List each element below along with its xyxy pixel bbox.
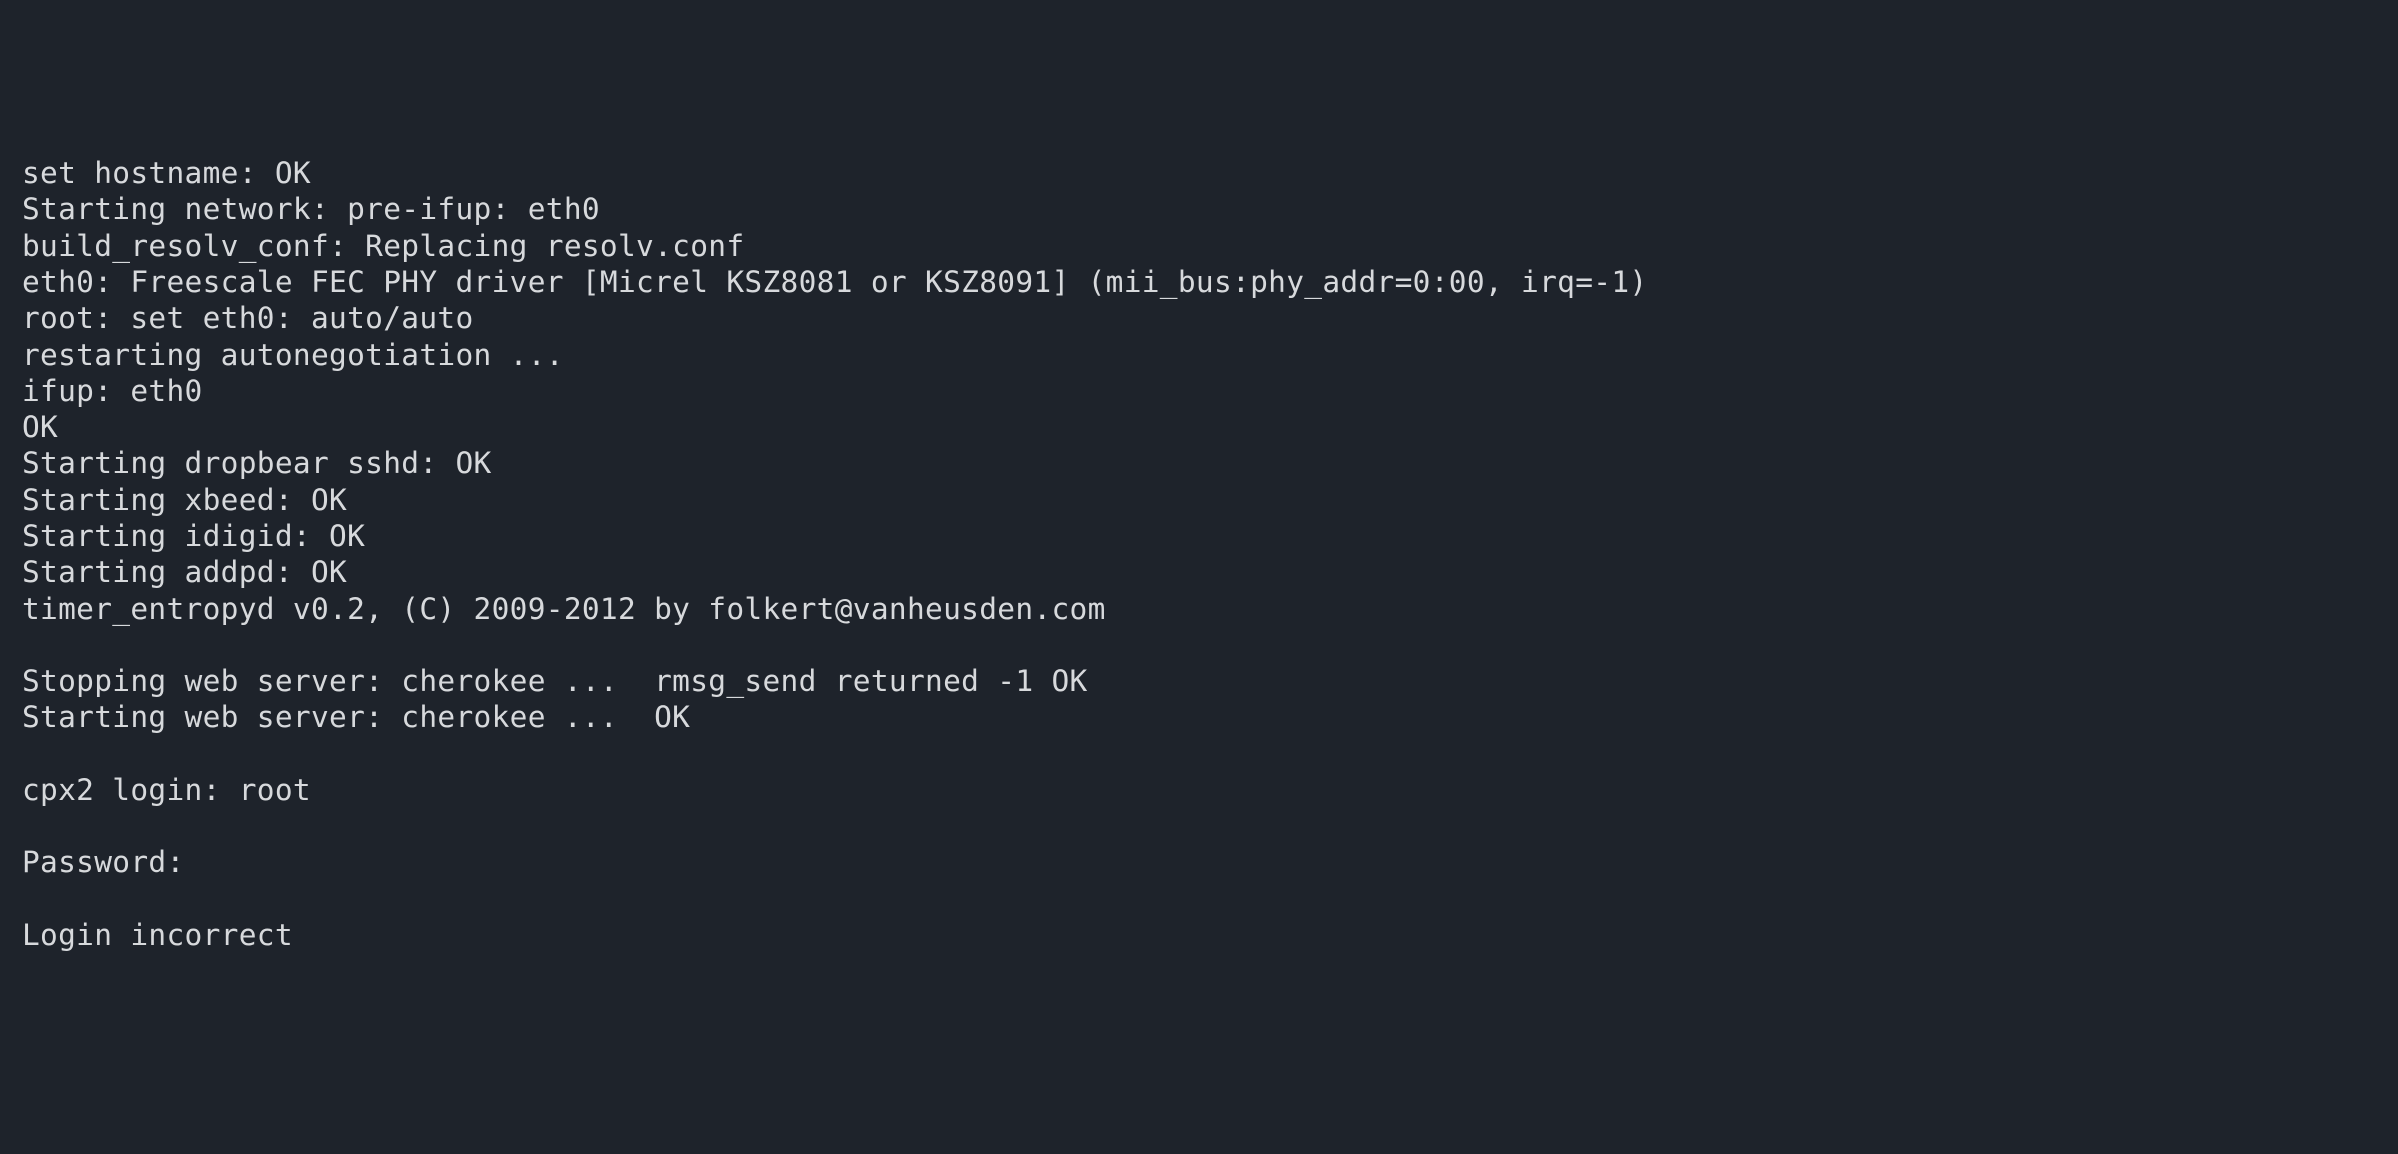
terminal-line: Starting xbeed: OK <box>22 482 2376 518</box>
terminal-line <box>22 736 2376 772</box>
terminal-line: Starting idigid: OK <box>22 518 2376 554</box>
terminal-line: timer_entropyd v0.2, (C) 2009-2012 by fo… <box>22 591 2376 627</box>
terminal-line: Starting addpd: OK <box>22 554 2376 590</box>
terminal-line <box>22 808 2376 844</box>
terminal-line: Starting web server: cherokee ... OK <box>22 699 2376 735</box>
login-error: Login incorrect <box>22 917 2376 953</box>
terminal-line: eth0: Freescale FEC PHY driver [Micrel K… <box>22 264 2376 300</box>
terminal-line: restarting autonegotiation ... <box>22 337 2376 373</box>
terminal-output[interactable]: set hostname: OKStarting network: pre-if… <box>22 155 2376 953</box>
terminal-line <box>22 627 2376 663</box>
login-prompt: cpx2 login: root <box>22 772 2376 808</box>
terminal-line: OK <box>22 409 2376 445</box>
terminal-line <box>22 881 2376 917</box>
terminal-line: set hostname: OK <box>22 155 2376 191</box>
terminal-line: ifup: eth0 <box>22 373 2376 409</box>
terminal-line: Starting network: pre-ifup: eth0 <box>22 191 2376 227</box>
terminal-line: Starting dropbear sshd: OK <box>22 445 2376 481</box>
terminal-line: root: set eth0: auto/auto <box>22 300 2376 336</box>
terminal-line: build_resolv_conf: Replacing resolv.conf <box>22 228 2376 264</box>
password-prompt: Password: <box>22 844 2376 880</box>
terminal-line: Stopping web server: cherokee ... rmsg_s… <box>22 663 2376 699</box>
